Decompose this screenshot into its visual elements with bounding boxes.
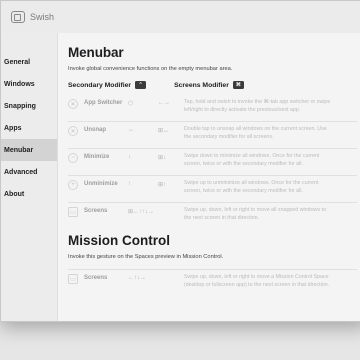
gesture-description: Double tap to unsnap all windows on the … xyxy=(184,126,327,140)
screens-modifier: Screens Modifier ⌘ xyxy=(174,81,244,89)
mission-control-description: Invoke this gesture on the Spaces previe… xyxy=(68,254,224,260)
title-bar: Swish xyxy=(1,1,360,33)
section-title-mission-control: Mission Control xyxy=(68,233,170,248)
gesture-row-unminimize[interactable]: + Unminimize ↑ ⊞↑ Swipe up to unminimize… xyxy=(68,179,357,202)
screens-icon[interactable]: ▭ xyxy=(68,274,78,284)
sidebar-item-menubar[interactable]: Menubar xyxy=(1,139,57,161)
gesture-description: Swipe up, down, left or right to move al… xyxy=(184,207,326,221)
minimize-icon[interactable]: − xyxy=(68,153,78,163)
main-panel: Menubar Invoke global convenience functi… xyxy=(57,33,360,321)
unminimize-icon[interactable]: + xyxy=(68,180,78,190)
gesture-description: Swipe up, down, left or right to move a … xyxy=(184,274,330,288)
gesture-row-screens[interactable]: ▭ Screens ⊞←↑↑↓→ Swipe up, down, left or… xyxy=(68,206,357,229)
section-description: Invoke global convenience functions on t… xyxy=(68,66,233,72)
gesture-label: Unminimize xyxy=(84,181,118,187)
screens-modifier-key[interactable]: ⌘ xyxy=(232,81,244,89)
sidebar-item-snapping[interactable]: Snapping xyxy=(1,95,57,117)
secondary-modifier: Secondary Modifier ⌃ xyxy=(68,81,147,89)
section-title-menubar: Menubar xyxy=(68,45,124,60)
modifier-gesture-symbol xyxy=(158,206,184,208)
modifier-gesture-symbol xyxy=(158,273,184,275)
gesture-label: Unsnap xyxy=(84,127,107,133)
gesture-row-minimize[interactable]: − Minimize ↓ ⊞↓ Swipe down to minimize a… xyxy=(68,152,357,175)
unsnap-icon[interactable]: ✕ xyxy=(68,126,78,136)
screens-icon[interactable]: ▭ xyxy=(68,207,78,217)
sidebar-item-windows[interactable]: Windows xyxy=(1,73,57,95)
gesture-label: Minimize xyxy=(84,154,110,160)
modifier-gesture-symbol: ⊞↓ xyxy=(158,155,167,161)
gesture-label: Screens xyxy=(84,275,108,281)
sidebar: General Windows Snapping Apps Menubar Ad… xyxy=(1,33,57,321)
screens-modifier-label: Screens Modifier xyxy=(174,81,229,89)
sidebar-item-advanced[interactable]: Advanced xyxy=(1,161,57,183)
gesture-symbol: ⬡ xyxy=(128,101,134,107)
modifier-settings: Secondary Modifier ⌃ Screens Modifier ⌘ xyxy=(68,81,357,89)
secondary-modifier-label: Secondary Modifier xyxy=(68,81,132,89)
sidebar-item-apps[interactable]: Apps xyxy=(1,117,57,139)
sidebar-item-about[interactable]: About xyxy=(1,183,57,205)
window-title: Swish xyxy=(30,12,55,22)
gesture-symbol: ←↑↓→ xyxy=(128,275,146,281)
gesture-symbol: ↑ xyxy=(128,181,131,187)
gesture-symbol: ↓ xyxy=(128,154,131,160)
gesture-description: Swipe up to unminimize all windows. Once… xyxy=(184,180,319,194)
sidebar-item-general[interactable]: General xyxy=(1,51,57,73)
gesture-label: Screens xyxy=(84,208,108,214)
modifier-gesture-symbol: ←→ xyxy=(158,100,170,106)
modifier-gesture-symbol: ⊞↑ xyxy=(158,182,167,188)
gesture-row-app-switcher[interactable]: ✕ App Switcher ⬡ ←→ Tap, hold and swish … xyxy=(68,98,357,121)
gesture-description: Swipe down to minimize all windows. Once… xyxy=(184,153,320,167)
gesture-symbol: ⊞←↑↑↓→ xyxy=(128,209,155,215)
gesture-row-mission-control-screens[interactable]: ▭ Screens ←↑↓→ Swipe up, down, left or r… xyxy=(68,273,357,296)
gesture-label: App Switcher xyxy=(84,100,123,106)
gesture-symbol: ↔ xyxy=(128,127,134,133)
settings-window: Swish General Windows Snapping Apps Menu… xyxy=(0,0,360,322)
app-icon xyxy=(11,11,25,23)
gesture-description: Tap, hold and swish to invoke the ⌘-tab … xyxy=(184,99,331,113)
gesture-row-unsnap[interactable]: ✕ Unsnap ↔ ⊞↔ Double tap to unsnap all w… xyxy=(68,125,357,148)
modifier-gesture-symbol: ⊞↔ xyxy=(158,128,170,134)
secondary-modifier-key[interactable]: ⌃ xyxy=(135,81,147,89)
app-switcher-icon[interactable]: ✕ xyxy=(68,99,78,109)
